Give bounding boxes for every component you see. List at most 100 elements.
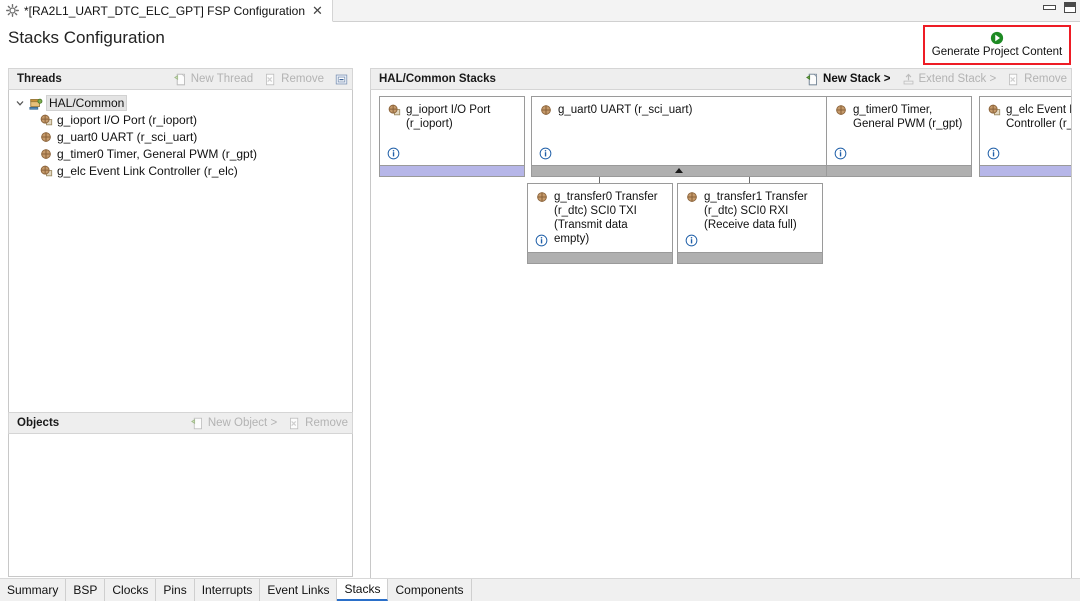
stacks-panel-body[interactable]: g_ioport I/O Port (r_ioport) g_uart0 UAR… [370,90,1072,596]
threads-panel-actions: New Thread Remove [173,73,348,86]
stacks-panel-actions: New Stack > Extend Stack > Remove [806,73,1067,86]
objects-panel-title: Objects [17,417,60,429]
play-icon [990,31,1004,45]
tree-item-label: g_ioport I/O Port (r_ioport) [57,112,198,127]
threads-panel-body[interactable]: HAL/Common g_ioport I/O Port (r_ioport) [8,90,353,423]
tab-bsp[interactable]: BSP [66,579,106,601]
module-icon [39,130,53,144]
expand-caret-icon[interactable] [675,168,683,173]
hal-common-icon [29,96,43,110]
stack-box-g-uart0[interactable]: g_uart0 UART (r_sci_uart) [531,96,827,177]
stack-box-body: g_ioport I/O Port (r_ioport) [380,97,524,165]
tab-stacks[interactable]: Stacks [337,579,389,601]
stack-box-label: g_ioport I/O Port (r_ioport) [406,104,491,130]
module-icon [685,190,699,204]
module-stack-icon [39,113,53,127]
module-icon [535,190,549,204]
tab-clocks[interactable]: Clocks [105,579,157,601]
threads-panel-header: Threads New Thread Remove [8,68,353,90]
tab-event-links[interactable]: Event Links [260,579,338,601]
info-icon[interactable] [685,234,698,247]
tree-item-label: HAL/Common [45,94,128,111]
stack-box-label: g_uart0 UART (r_sci_uart) [558,104,693,116]
stack-box-footer [528,252,672,263]
stacks-panel: HAL/Common Stacks New Stack > Extend Sta… [370,68,1072,596]
generate-project-content-button[interactable]: Generate Project Content [923,25,1071,65]
remove-thread-button[interactable]: Remove [264,73,324,86]
stack-box-title: g_ioport I/O Port (r_ioport) [387,103,518,131]
stack-box-footer [980,165,1071,176]
gear-icon [6,4,19,17]
stack-box-g-timer0[interactable]: g_timer0 Timer, General PWM (r_gpt) [826,96,972,177]
collapse-all-icon[interactable] [335,73,348,86]
module-icon [834,103,848,117]
window-controls [1043,2,1076,13]
extend-stack-button[interactable]: Extend Stack > [902,73,997,86]
stack-box-g-ioport[interactable]: g_ioport I/O Port (r_ioport) [379,96,525,177]
minimize-icon[interactable] [1043,3,1056,12]
new-object-button[interactable]: New Object > [190,417,278,430]
stack-box-g-elc[interactable]: g_elc Event Link Controller (r_elc) [979,96,1072,177]
tree-item-label: g_timer0 Timer, General PWM (r_gpt) [57,146,258,161]
info-icon[interactable] [535,234,548,247]
stacks-panel-header: HAL/Common Stacks New Stack > Extend Sta… [370,68,1072,90]
close-icon[interactable]: ✕ [310,4,325,17]
tree-item-g-ioport[interactable]: g_ioport I/O Port (r_ioport) [9,111,352,128]
new-thread-icon [173,73,187,86]
info-icon[interactable] [834,147,847,160]
tree-item-g-timer0[interactable]: g_timer0 Timer, General PWM (r_gpt) [9,145,352,162]
threads-panel-title: Threads [17,73,62,85]
tab-summary[interactable]: Summary [0,579,67,601]
new-stack-label: New Stack > [823,73,891,85]
module-stack-icon [39,164,53,178]
new-object-label: New Object > [207,417,278,429]
objects-panel-body[interactable] [8,434,353,577]
remove-thread-label: Remove [281,73,324,85]
info-icon[interactable] [387,147,400,160]
objects-panel: Objects New Object > Remove [8,412,353,577]
editor-tab-fsp-configuration[interactable]: *[RA2L1_UART_DTC_ELC_GPT] FSP Configurat… [0,0,333,22]
generate-project-content-label: Generate Project Content [931,46,1063,58]
new-stack-button[interactable]: New Stack > [806,73,891,86]
remove-icon [288,417,301,430]
stack-box-body: g_timer0 Timer, General PWM (r_gpt) [827,97,971,165]
stack-box-label: g_elc Event Link Controller (r_elc) [1006,104,1072,130]
stack-box-footer [678,252,822,263]
remove-stack-button[interactable]: Remove [1007,73,1067,86]
stack-box-footer[interactable] [532,165,826,176]
main-content: Threads New Thread Remove HAL/Common g_i… [0,68,1080,596]
module-icon [39,147,53,161]
page-title: Stacks Configuration [8,28,165,47]
threads-tree: HAL/Common g_ioport I/O Port (r_ioport) [9,90,352,179]
tab-pins[interactable]: Pins [156,579,195,601]
extend-stack-label: Extend Stack > [918,73,997,85]
bottom-tab-bar: Summary BSP Clocks Pins Interrupts Event… [0,578,1080,601]
page-header: Stacks Configuration Generate Project Co… [0,22,1080,68]
module-stack-icon [987,103,1001,117]
extend-stack-icon [902,73,915,86]
tree-item-hal-common[interactable]: HAL/Common [9,94,352,111]
stack-box-g-transfer0[interactable]: g_transfer0 Transfer (r_dtc) SCI0 TXI (T… [527,183,673,264]
remove-stack-label: Remove [1024,73,1067,85]
tree-item-g-uart0[interactable]: g_uart0 UART (r_sci_uart) [9,128,352,145]
stack-box-g-transfer1[interactable]: g_transfer1 Transfer (r_dtc) SCI0 RXI (R… [677,183,823,264]
info-icon[interactable] [539,147,552,160]
stack-box-body: g_transfer1 Transfer (r_dtc) SCI0 RXI (R… [678,184,822,252]
stack-box-title: g_elc Event Link Controller (r_elc) [987,103,1072,131]
stack-box-title: g_transfer1 Transfer (r_dtc) SCI0 RXI (R… [685,190,816,232]
chevron-down-icon[interactable] [15,98,25,108]
tab-interrupts[interactable]: Interrupts [194,579,261,601]
tree-item-g-elc[interactable]: g_elc Event Link Controller (r_elc) [9,162,352,179]
tab-components[interactable]: Components [388,579,472,601]
stacks-diagram-canvas[interactable]: g_ioport I/O Port (r_ioport) g_uart0 UAR… [371,90,1071,595]
stack-box-title: g_uart0 UART (r_sci_uart) [539,103,820,117]
new-object-icon [190,417,204,430]
tree-item-label: g_elc Event Link Controller (r_elc) [57,163,238,178]
remove-icon [1007,73,1020,86]
remove-object-button[interactable]: Remove [288,417,348,430]
tab-bar-filler [471,579,1080,601]
info-icon[interactable] [987,147,1000,160]
new-thread-button[interactable]: New Thread [173,73,253,86]
maximize-icon[interactable] [1064,2,1076,13]
threads-panel: Threads New Thread Remove HAL/Common g_i… [8,68,353,423]
